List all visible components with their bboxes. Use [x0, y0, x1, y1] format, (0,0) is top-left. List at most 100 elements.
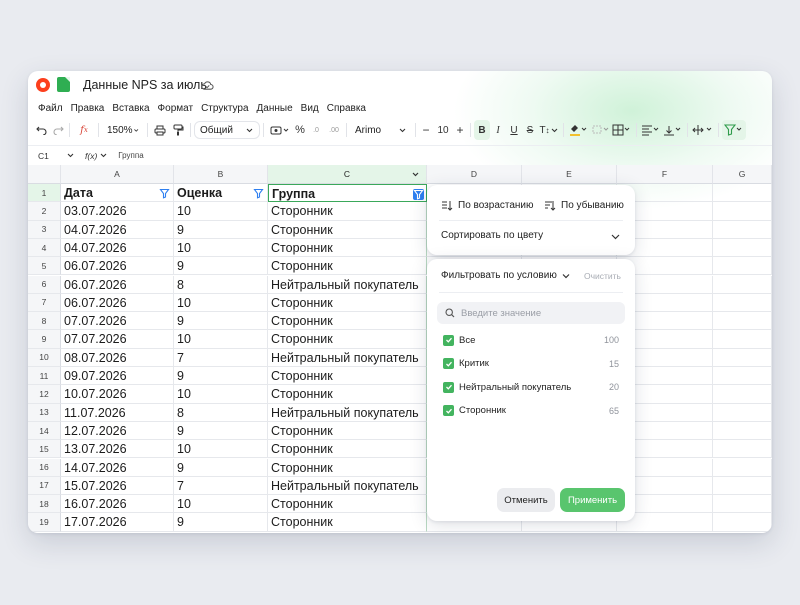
table-cell[interactable]: Нейтральный покупатель: [268, 348, 427, 367]
column-header-f[interactable]: F: [617, 165, 713, 184]
table-cell[interactable]: Сторонник: [268, 495, 427, 514]
table-cell[interactable]: 15.07.2026: [61, 476, 174, 496]
table-cell[interactable]: 10.07.2026: [61, 385, 174, 404]
borders-icon[interactable]: [611, 120, 633, 140]
row-number[interactable]: 2: [28, 202, 61, 221]
table-cell[interactable]: [713, 403, 772, 422]
decrease-font-size-button[interactable]: −: [419, 120, 433, 140]
menu-edit[interactable]: Правка: [71, 103, 105, 114]
table-cell[interactable]: 7: [174, 348, 268, 367]
filter-active-icon[interactable]: [413, 189, 424, 200]
table-cell[interactable]: [713, 476, 772, 496]
chevron-down-icon[interactable]: [411, 170, 420, 179]
row-number[interactable]: 11: [28, 367, 61, 386]
column-header-c[interactable]: C: [268, 165, 427, 184]
italic-button[interactable]: I: [490, 120, 506, 140]
currency-format-icon[interactable]: [267, 120, 293, 140]
filter-icon[interactable]: [159, 188, 170, 199]
table-cell[interactable]: [713, 202, 772, 221]
cloud-sync-icon[interactable]: [201, 79, 214, 91]
row-number[interactable]: 4: [28, 238, 61, 258]
row-number[interactable]: 18: [28, 495, 61, 514]
font-size-value[interactable]: 10: [433, 120, 453, 140]
table-cell[interactable]: Сторонник: [268, 385, 427, 404]
table-cell[interactable]: 9: [174, 421, 268, 441]
table-cell[interactable]: [713, 458, 772, 477]
cell-reference[interactable]: C1: [28, 151, 70, 161]
chevron-down-icon[interactable]: [610, 231, 621, 242]
table-cell[interactable]: Нейтральный покупатель: [268, 476, 427, 496]
row-number[interactable]: 10: [28, 348, 61, 367]
print-icon[interactable]: [151, 120, 169, 140]
chevron-down-icon[interactable]: [66, 151, 75, 160]
table-cell[interactable]: 17.07.2026: [61, 513, 174, 532]
align-left-icon[interactable]: [640, 120, 662, 140]
menu-file[interactable]: Файл: [38, 103, 63, 114]
menu-insert[interactable]: Вставка: [112, 103, 149, 114]
table-cell[interactable]: Сторонник: [268, 440, 427, 459]
checkbox-checked-icon[interactable]: [443, 405, 454, 416]
table-cell[interactable]: [713, 513, 772, 532]
table-cell[interactable]: 7: [174, 476, 268, 496]
table-cell[interactable]: 13.07.2026: [61, 440, 174, 459]
table-cell[interactable]: [713, 367, 772, 386]
cancel-button[interactable]: Отменить: [497, 488, 555, 512]
table-cell[interactable]: 9: [174, 257, 268, 276]
table-cell[interactable]: Сторонник: [268, 458, 427, 477]
table-cell[interactable]: 9: [174, 458, 268, 477]
strikethrough-button[interactable]: S: [522, 120, 538, 140]
table-cell[interactable]: 04.07.2026: [61, 238, 174, 258]
table-cell[interactable]: 10: [174, 440, 268, 459]
apply-button[interactable]: Применить: [560, 488, 625, 512]
table-cell[interactable]: Сторонник: [268, 220, 427, 239]
table-cell[interactable]: Сторонник: [268, 238, 427, 258]
row-number[interactable]: 17: [28, 476, 61, 496]
table-cell[interactable]: 10: [174, 202, 268, 221]
document-title[interactable]: Данные NPS за июль: [83, 78, 207, 92]
row-number[interactable]: 16: [28, 458, 61, 477]
checkbox-checked-icon[interactable]: [443, 334, 454, 346]
filter-icon[interactable]: [253, 188, 264, 199]
table-cell[interactable]: 9: [174, 220, 268, 239]
sort-ascending-button[interactable]: По возрастанию: [441, 200, 534, 211]
table-cell[interactable]: 07.07.2026: [61, 312, 174, 331]
table-cell[interactable]: [713, 495, 772, 514]
column-header-d[interactable]: D: [427, 165, 522, 184]
row-number[interactable]: 1: [28, 184, 61, 203]
menu-help[interactable]: Справка: [327, 103, 366, 114]
sort-by-color-button[interactable]: Сортировать по цвету: [441, 230, 543, 241]
table-cell[interactable]: 11.07.2026: [61, 403, 174, 422]
filter-search-input[interactable]: [461, 307, 611, 319]
table-cell[interactable]: 06.07.2026: [61, 257, 174, 276]
row-number[interactable]: 9: [28, 330, 61, 349]
row-number[interactable]: 6: [28, 275, 61, 294]
filter-option[interactable]: Сторонник 65: [443, 404, 619, 418]
decrease-decimals-button[interactable]: .0: [307, 120, 325, 140]
table-cell[interactable]: Сторонник: [268, 257, 427, 276]
header-cell[interactable]: Группа: [268, 184, 427, 203]
menu-format[interactable]: Формат: [158, 103, 194, 114]
table-cell[interactable]: Сторонник: [268, 312, 427, 331]
row-number[interactable]: 19: [28, 513, 61, 532]
checkbox-checked-icon[interactable]: [443, 381, 454, 393]
tables-app-icon[interactable]: [57, 77, 70, 92]
table-cell[interactable]: [713, 293, 772, 313]
table-cell[interactable]: 8: [174, 403, 268, 422]
border-color-icon[interactable]: [591, 120, 611, 140]
table-cell[interactable]: [713, 220, 772, 239]
text-size-button[interactable]: T ↕: [538, 120, 560, 140]
number-format-select[interactable]: Общий: [194, 121, 260, 139]
table-cell[interactable]: 06.07.2026: [61, 293, 174, 313]
table-cell[interactable]: [713, 312, 772, 331]
row-number[interactable]: 3: [28, 220, 61, 239]
header-cell[interactable]: Оценка: [174, 184, 268, 203]
table-cell[interactable]: [713, 275, 772, 294]
table-cell[interactable]: Сторонник: [268, 293, 427, 313]
row-number[interactable]: 5: [28, 257, 61, 276]
filter-toggle-icon[interactable]: [722, 120, 746, 140]
formula-input[interactable]: Группа: [118, 151, 143, 160]
row-number[interactable]: 12: [28, 385, 61, 404]
select-all-corner[interactable]: [28, 165, 61, 184]
table-cell[interactable]: 04.07.2026: [61, 220, 174, 239]
table-cell[interactable]: Сторонник: [268, 202, 427, 221]
